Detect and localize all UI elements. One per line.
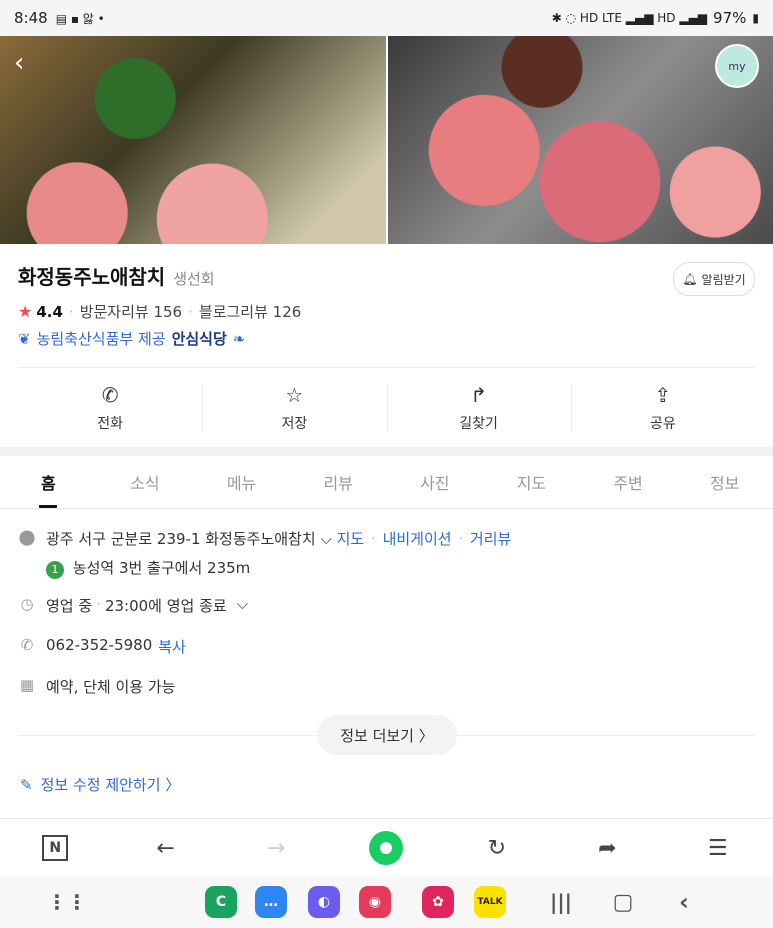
navigation-link[interactable]: 내비게이션 xyxy=(383,530,452,548)
save-button[interactable]: ☆ 저장 xyxy=(202,370,386,446)
tab-bar: 홈 소식 메뉴 리뷰 사진 지도 주변 정보 xyxy=(0,456,773,509)
blog-reviews-link[interactable]: 블로그리뷰 126 xyxy=(199,301,301,322)
copy-link[interactable]: 복사 xyxy=(158,636,186,657)
system-nav-bar: ⋮⋮ C … ◐ ◉ ✿ TALK ||| ▢ ‹ xyxy=(0,876,773,928)
share-arrow-icon[interactable]: ➦ xyxy=(584,825,630,871)
kakaotalk-app-icon[interactable]: TALK xyxy=(474,886,506,918)
rating-star-icon: ★ xyxy=(18,302,33,321)
rating-row: ★ 4.4 · 방문자리뷰 156 · 블로그리뷰 126 xyxy=(18,301,302,322)
refresh-icon[interactable]: ↻ xyxy=(474,825,520,871)
battery-icon: ▮ xyxy=(752,11,759,25)
gallery-app-icon[interactable]: ✿ xyxy=(422,886,454,918)
notification-icon: ▤ ▪ 앓 • xyxy=(55,11,105,26)
phone-row: ✆ 062-352-5980 복사 xyxy=(18,636,186,657)
alarm-button[interactable]: 🔔︎ 알림받기 xyxy=(673,262,755,296)
internet-app-icon[interactable]: ◐ xyxy=(308,886,340,918)
directions-button[interactable]: ↱ 길찾기 xyxy=(386,370,571,446)
clock: 8:48 xyxy=(14,9,48,27)
battery-level: 97% xyxy=(713,9,747,27)
phone-icon: ✆ xyxy=(101,383,119,407)
options-row: ▦ 예약, 단체 이용 가능 xyxy=(18,676,176,697)
pencil-icon: ✎ xyxy=(20,775,33,794)
options-text: 예약, 단체 이용 가능 xyxy=(46,678,176,696)
hours-status: 영업 중 xyxy=(46,597,93,615)
naver-home-button[interactable]: N xyxy=(32,825,78,871)
call-button[interactable]: ✆ 전화 xyxy=(18,370,202,446)
map-link[interactable]: 지도 xyxy=(337,530,365,548)
hours-detail: 23:00에 영업 종료 xyxy=(104,597,227,615)
back-icon[interactable]: ‹ xyxy=(14,50,40,76)
location-pin-icon: ⬤ xyxy=(18,528,36,546)
laurel-right-icon: ❧ xyxy=(232,329,246,348)
laurel-left-icon: ❦ xyxy=(18,329,31,348)
place-category: 생선회 xyxy=(173,270,215,288)
phone-app-icon[interactable]: C xyxy=(205,886,237,918)
green-dot-button[interactable] xyxy=(363,825,409,871)
store-icon: ▦ xyxy=(19,676,35,694)
share-button[interactable]: ⇪ 공유 xyxy=(570,370,755,446)
forward-arrow-icon[interactable]: → xyxy=(253,825,299,871)
photo-1[interactable] xyxy=(0,36,386,244)
safe-restaurant-badge[interactable]: ❦ 농림축산식품부 제공 안심식당 ❧ xyxy=(18,328,245,349)
clock-icon: ◷ xyxy=(20,595,34,613)
status-bar: 8:48 ▤ ▪ 앓 • ✱ ◌ HD LTE ▂▄▆ HD ▂▄▆ 97% ▮ xyxy=(0,0,773,36)
recents-icon[interactable]: ||| xyxy=(545,886,577,918)
chevron-down-icon[interactable]: ⌵ xyxy=(320,530,331,548)
directions-icon: ↱ xyxy=(470,383,487,407)
star-icon: ☆ xyxy=(285,383,304,407)
nav-back-icon[interactable]: ‹ xyxy=(668,886,700,918)
menu-icon[interactable]: ☰ xyxy=(695,825,741,871)
tab-map[interactable]: 지도 xyxy=(483,456,580,508)
action-bar: ✆ 전화 ☆ 저장 ↱ 길찾기 ⇪ 공유 xyxy=(18,370,755,446)
phone-icon: ✆ xyxy=(20,636,34,654)
more-info-button[interactable]: 정보 더보기 〉 xyxy=(317,715,457,755)
address-row: ⬤ 광주 서구 군분로 239-1 화정동주노애참치 ⌵ 지도 · 내비게이션 … xyxy=(18,528,512,579)
place-name: 화정동주노애참치 xyxy=(18,265,166,289)
messages-app-icon[interactable]: … xyxy=(255,886,287,918)
tab-home[interactable]: 홈 xyxy=(0,456,97,508)
place-header: 화정동주노애참치 생선회 xyxy=(18,261,215,290)
home-icon[interactable]: ▢ xyxy=(607,886,639,918)
avatar[interactable]: my xyxy=(715,44,759,88)
browser-toolbar: N ← → ↻ ➦ ☰ xyxy=(0,818,773,877)
divider xyxy=(18,367,755,368)
tab-info[interactable]: 정보 xyxy=(676,456,773,508)
subway-directions: 농성역 3번 출구에서 235m xyxy=(72,559,251,577)
address-text[interactable]: 광주 서구 군분로 239-1 화정동주노애참치 xyxy=(46,530,316,548)
hours-row[interactable]: ◷ 영업 중 · 23:00에 영업 종료 ⌵ xyxy=(18,595,248,616)
section-separator xyxy=(0,447,773,456)
tab-news[interactable]: 소식 xyxy=(97,456,194,508)
share-icon: ⇪ xyxy=(654,383,672,407)
camera-app-icon[interactable]: ◉ xyxy=(359,886,391,918)
tab-nearby[interactable]: 주변 xyxy=(580,456,677,508)
subway-line-badge: 1 xyxy=(46,561,64,579)
naver-n-icon: N xyxy=(42,835,69,861)
phone-number[interactable]: 062-352-5980 xyxy=(46,636,152,654)
suggest-edit-link[interactable]: ✎ 정보 수정 제안하기 〉 xyxy=(20,774,180,795)
tab-menu[interactable]: 메뉴 xyxy=(193,456,290,508)
rating-value: 4.4 xyxy=(36,302,63,321)
tab-photo[interactable]: 사진 xyxy=(387,456,484,508)
chevron-down-icon[interactable]: ⌵ xyxy=(237,595,248,613)
tab-review[interactable]: 리뷰 xyxy=(290,456,387,508)
back-arrow-icon[interactable]: ← xyxy=(143,825,189,871)
street-view-link[interactable]: 거리뷰 xyxy=(470,530,511,548)
signal-icons: ✱ ◌ HD LTE ▂▄▆ HD ▂▄▆ xyxy=(551,11,708,25)
app-drawer-icon[interactable]: ⋮⋮ xyxy=(47,886,87,918)
visitor-reviews-link[interactable]: 방문자리뷰 156 xyxy=(80,301,182,322)
bell-icon: 🔔︎ xyxy=(682,272,698,286)
photo-gallery[interactable] xyxy=(0,36,773,244)
